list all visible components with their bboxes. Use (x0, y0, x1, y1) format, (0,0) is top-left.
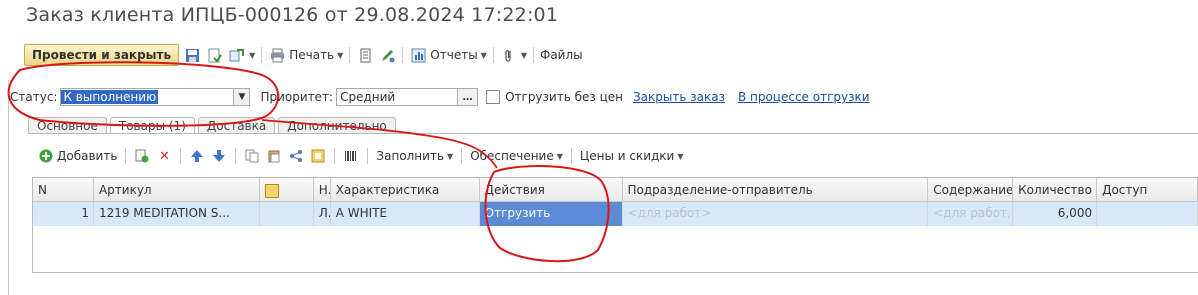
toolbar-divider (180, 148, 182, 164)
tab-bar: Основное Товары (1) Доставка Дополнитель… (28, 115, 399, 134)
folder-icon[interactable] (310, 148, 326, 164)
shipping-in-progress-link[interactable]: В процессе отгрузки (738, 90, 870, 104)
ellipsis-icon[interactable]: … (458, 88, 479, 106)
status-row: Статус: К выполнению ▼ Приоритет: Средни… (10, 86, 870, 108)
page-title: Заказ клиента ИПЦБ-000126 от 29.08.2024 … (26, 4, 559, 26)
chevron-down-icon: ▼ (556, 151, 563, 161)
chevron-down-icon: ▼ (337, 50, 344, 60)
copy-row-icon[interactable] (134, 148, 150, 164)
chevron-down-icon[interactable]: ▼ (234, 88, 251, 106)
chevron-down-icon: ▼ (520, 50, 527, 60)
ship-without-prices-checkbox[interactable] (486, 90, 501, 104)
row-action[interactable]: Отгрузить (479, 202, 623, 226)
tab-additional[interactable]: Дополнительно (278, 117, 396, 134)
status-field[interactable]: К выполнению (60, 88, 235, 106)
fill-label: Заполнить (376, 149, 445, 163)
priority-value: Средний (340, 90, 396, 104)
delete-icon[interactable]: ✕ (156, 148, 172, 164)
column-header-quantity[interactable]: Количество (1013, 178, 1098, 202)
paste-icon[interactable] (266, 148, 282, 164)
column-header-article[interactable]: Артикул (93, 178, 260, 202)
prices-discounts-menu[interactable]: Цены и скидки ▼ (580, 149, 684, 163)
table-header: N Артикул Н.. Характеристика Действия По… (33, 178, 1198, 202)
row-number: 1 (33, 202, 94, 226)
prices-label: Цены и скидки (579, 149, 675, 163)
toolbar-divider (125, 148, 127, 164)
plus-circle-icon (38, 148, 54, 164)
attachments-menu[interactable]: ▼ (500, 46, 527, 64)
reports-icon (409, 46, 427, 64)
priority-field[interactable]: Средний (336, 88, 459, 106)
save-icon[interactable] (183, 46, 201, 64)
toolbar-divider (402, 47, 404, 63)
tab-goods[interactable]: Товары (1) (109, 117, 195, 134)
priority-label: Приоритет: (260, 90, 334, 104)
toolbar-divider (532, 47, 534, 63)
row-article[interactable]: 1219 MEDITATION S... (93, 202, 260, 226)
print-menu[interactable]: Печать ▼ (268, 46, 343, 64)
row-available[interactable] (1097, 202, 1198, 226)
arrow-up-icon[interactable] (189, 148, 205, 164)
printer-icon (268, 46, 286, 64)
toolbar-divider (349, 47, 351, 63)
column-header-characteristic[interactable]: Характеристика (330, 178, 480, 202)
chevron-down-icon: ▼ (677, 151, 684, 161)
paperclip-icon (500, 46, 518, 64)
form-toolbar: Провести и закрыть ▼ Печать ▼ Отчеты ▼ ▼ (24, 42, 583, 68)
column-header-n[interactable]: N (33, 178, 94, 202)
toolbar-divider (492, 47, 494, 63)
toolbar-divider (334, 148, 336, 164)
post-document-icon[interactable] (205, 46, 223, 64)
copy-icon[interactable] (244, 148, 260, 164)
toolbar-divider (261, 47, 263, 63)
grid-toolbar: Добавить ✕ Заполнить ▼ Обеспечение ▼ Цен… (38, 145, 684, 167)
files-button[interactable]: Файлы (540, 48, 583, 62)
column-header-image[interactable] (259, 178, 314, 202)
toolbar-divider (570, 148, 572, 164)
fill-menu[interactable]: Заполнить ▼ (376, 149, 453, 163)
add-button[interactable]: Добавить (38, 148, 117, 164)
form-border (8, 80, 9, 295)
tab-divider (28, 133, 1198, 134)
row-quantity[interactable]: 6,000 (1013, 202, 1098, 226)
reports-label: Отчеты (430, 48, 478, 62)
status-value: К выполнению (61, 90, 159, 104)
arrow-down-icon[interactable] (211, 148, 227, 164)
image-column-icon (264, 183, 279, 198)
column-header-division[interactable]: Подразделение-отправитель (622, 178, 929, 202)
row-image[interactable] (259, 202, 314, 226)
share-icon[interactable] (288, 148, 304, 164)
tab-delivery[interactable]: Доставка (197, 117, 276, 134)
table-row[interactable]: 1 1219 MEDITATION S... Л.. A WHITE Отгру… (33, 202, 1198, 226)
column-header-available[interactable]: Доступ (1097, 178, 1198, 202)
status-label: Статус: (10, 90, 58, 104)
chevron-down-icon: ▼ (447, 151, 454, 161)
tab-main[interactable]: Основное (28, 117, 107, 134)
close-order-link[interactable]: Закрыть заказ (633, 90, 725, 104)
column-header-content[interactable]: Содержание (928, 178, 1014, 202)
row-characteristic[interactable]: A WHITE (330, 202, 480, 226)
print-label: Печать (289, 48, 335, 62)
list-icon[interactable] (356, 46, 374, 64)
create-based-on-icon[interactable] (227, 46, 245, 64)
post-and-close-button[interactable]: Провести и закрыть (24, 44, 180, 66)
row-unit[interactable]: Л.. (313, 202, 331, 226)
edit-icon[interactable] (378, 46, 396, 64)
barcode-icon[interactable] (343, 148, 359, 164)
row-division[interactable]: <для работ> (622, 202, 929, 226)
goods-table: N Артикул Н.. Характеристика Действия По… (32, 177, 1198, 273)
toolbar-divider (235, 148, 237, 164)
chevron-down-icon: ▼ (480, 50, 487, 60)
chevron-down-icon[interactable]: ▼ (249, 51, 255, 60)
ship-without-prices-label: Отгрузить без цен (505, 90, 623, 104)
toolbar-divider (367, 148, 369, 164)
toolbar-divider (461, 148, 463, 164)
reports-menu[interactable]: Отчеты ▼ (409, 46, 487, 64)
supply-label: Обеспечение (470, 149, 554, 163)
row-content[interactable]: <для работ, ... (928, 202, 1014, 226)
supply-menu[interactable]: Обеспечение ▼ (470, 149, 563, 163)
column-header-n2[interactable]: Н.. (313, 178, 331, 202)
add-label: Добавить (57, 149, 118, 163)
column-header-actions[interactable]: Действия (479, 178, 623, 202)
